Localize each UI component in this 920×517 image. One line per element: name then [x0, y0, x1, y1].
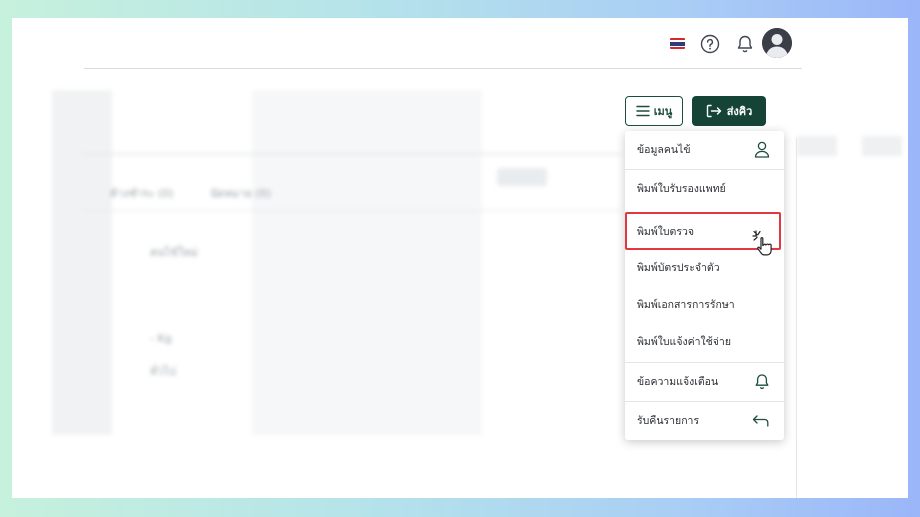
app-window: ค้างชำระ (0) นัดหมาย (0) คนไข้ใหม่ - Kg … [12, 18, 908, 498]
top-bar [12, 18, 908, 70]
bg-chip [497, 168, 547, 186]
hamburger-icon [636, 105, 650, 117]
menu-item-patient-info[interactable]: ข้อมูลคนไข้ [625, 131, 784, 168]
menu-item-label: ข้อความแจ้งเตือน [637, 376, 719, 388]
help-circle-icon[interactable] [699, 33, 721, 55]
send-queue-label: ส่งคิว [726, 105, 753, 118]
menu-button[interactable]: เมนู [625, 96, 683, 126]
return-arrow-icon [752, 414, 769, 427]
thai-flag-icon[interactable] [670, 38, 685, 49]
new-patient-label: คนไข้ใหม่ [150, 246, 198, 259]
send-queue-button[interactable]: ส่งคิว [692, 96, 766, 126]
bell-icon [755, 373, 769, 389]
general-label: ทั่วไป [150, 365, 176, 378]
menu-item-print-medical-certificate[interactable]: พิมพ์ใบรับรองแพทย์ [625, 170, 784, 207]
header-divider [84, 68, 802, 69]
panel-edge [796, 138, 797, 498]
menu-item-label: รับคืนรายการ [637, 415, 700, 427]
menu-item-label: พิมพ์ใบแจ้งค่าใช้จ่าย [637, 336, 731, 348]
bg-chip [797, 136, 837, 156]
bg-divider [82, 210, 622, 211]
menu-item-label: พิมพ์ใบตรวจ [637, 226, 695, 238]
user-avatar-icon[interactable] [762, 28, 792, 58]
bg-column [252, 90, 482, 435]
actions-dropdown-menu: ข้อมูลคนไข้ พิมพ์ใบรับรองแพทย์ พิมพ์ใบตร… [625, 131, 784, 440]
click-cursor-icon [752, 230, 772, 256]
weight-value: - Kg [150, 332, 172, 345]
exit-arrow-icon [706, 104, 721, 118]
menu-item-print-treatment-documents[interactable]: พิมพ์เอกสารการรักษา [625, 286, 784, 323]
bg-divider [82, 153, 622, 155]
bell-icon[interactable] [734, 33, 756, 55]
bg-chip [862, 136, 902, 156]
tab-appointments: นัดหมาย (0) [210, 187, 271, 200]
person-icon [754, 141, 770, 158]
menu-item-label: พิมพ์บัตรประจำตัว [637, 262, 720, 274]
menu-item-return-items[interactable]: รับคืนรายการ [625, 402, 784, 439]
menu-item-print-expense-notice[interactable]: พิมพ์ใบแจ้งค่าใช้จ่าย [625, 323, 784, 360]
menu-button-label: เมนู [653, 105, 673, 118]
tab-pending-payment: ค้างชำระ (0) [110, 187, 174, 200]
menu-item-label: พิมพ์เอกสารการรักษา [637, 299, 735, 311]
bg-sidebar [52, 90, 112, 435]
menu-item-label: พิมพ์ใบรับรองแพทย์ [637, 183, 726, 195]
menu-item-notifications[interactable]: ข้อความแจ้งเตือน [625, 363, 784, 400]
menu-item-label: ข้อมูลคนไข้ [637, 144, 691, 156]
